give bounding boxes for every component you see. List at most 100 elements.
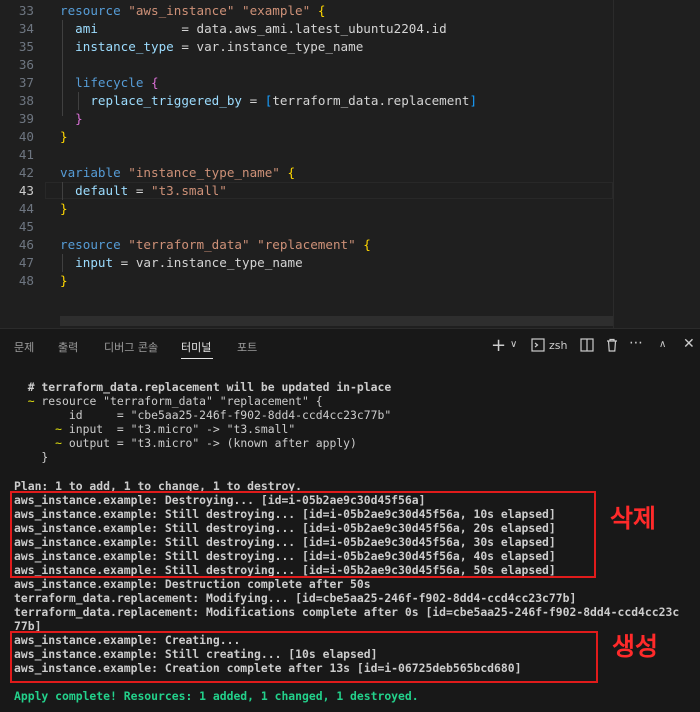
terminal-line: terraform_data.replacement: Modifying...…	[14, 591, 577, 605]
close-icon[interactable]: ✕	[683, 336, 695, 352]
code-line[interactable]: 43 default = "t3.small"	[0, 182, 700, 200]
more-icon[interactable]: ⋯	[629, 335, 643, 351]
code-line[interactable]: 42 variable "instance_type_name" {	[0, 164, 700, 182]
minimap-separator	[613, 0, 614, 328]
trash-icon[interactable]	[605, 338, 619, 356]
split-icon[interactable]	[580, 338, 594, 356]
code-text: variable "instance_type_name" {	[60, 164, 295, 182]
code-line[interactable]: 46 resource "terraform_data" "replacement…	[0, 236, 700, 254]
code-text: }	[60, 272, 68, 290]
code-line[interactable]: 40}	[0, 128, 700, 146]
code-token: lifecycle	[75, 75, 151, 90]
change-marker: ~	[55, 422, 63, 436]
code-line[interactable]: 36	[0, 56, 700, 74]
code-text: input = var.instance_type_name	[60, 254, 303, 272]
chevron-down-icon[interactable]: ∨	[510, 339, 517, 350]
code-line[interactable]: 41	[0, 146, 700, 164]
terminal-line: ~ input = "t3.micro" -> "t3.small"	[55, 422, 296, 436]
tab-ports[interactable]: 포트	[237, 339, 257, 355]
code-token: = data.aws_ami.latest_ubuntu2204.id	[97, 21, 447, 36]
code-text: resource "terraform_data" "replacement" …	[60, 236, 371, 254]
code-text: default = "t3.small"	[60, 182, 227, 200]
code-token: {	[363, 237, 371, 252]
code-token: = var.instance_type_name	[173, 39, 364, 54]
code-token: instance_type	[75, 39, 174, 54]
create-highlight-box	[10, 631, 598, 683]
code-text: }	[60, 200, 68, 218]
terminal-line: id = "cbe5aa25-246f-f902-8dd4-ccd4cc23c7…	[14, 408, 392, 422]
terminal-line: aws_instance.example: Destruction comple…	[14, 577, 371, 591]
code-token: = var.instance_type_name	[113, 255, 303, 270]
bottom-panel: 문제 출력 디버그 콘솔 터미널 포트 + ∨ zsh ⋯ ∧ ✕ # terr…	[0, 328, 700, 712]
code-line[interactable]: 38 replace_triggered_by = [terraform_dat…	[0, 92, 700, 110]
code-text: }	[60, 110, 83, 128]
code-token: resource	[60, 3, 129, 18]
terminal-line: Apply complete! Resources: 1 added, 1 ch…	[14, 689, 419, 703]
terminal-line: ~ output = "t3.micro" -> (known after ap…	[55, 436, 357, 450]
line-number: 40	[18, 129, 34, 144]
code-line[interactable]: 48}	[0, 272, 700, 290]
destroy-highlight-box	[10, 491, 596, 578]
line-number: 35	[18, 39, 34, 54]
line-number: 37	[18, 75, 34, 90]
line-number: 34	[18, 21, 34, 36]
code-line[interactable]: 44}	[0, 200, 700, 218]
code-token: variable	[60, 165, 129, 180]
code-token: {	[317, 3, 326, 18]
code-text: instance_type = var.instance_type_name	[60, 38, 363, 56]
code-line[interactable]: 39 }	[0, 110, 700, 128]
line-number: 42	[18, 165, 34, 180]
code-token: ami	[75, 21, 98, 36]
plus-icon[interactable]: +	[491, 335, 506, 356]
code-token: "terraform_data" "replacement"	[128, 237, 364, 252]
code-line[interactable]: 47 input = var.instance_type_name	[0, 254, 700, 272]
tab-debug-console[interactable]: 디버그 콘솔	[104, 339, 158, 355]
code-editor[interactable]: 33 resource "aws_instance" "example" {34 …	[0, 0, 700, 328]
code-token: =	[128, 183, 151, 198]
code-token: }	[60, 201, 68, 216]
code-token: "aws_instance" "example"	[128, 3, 318, 18]
terminal-icon[interactable]	[531, 338, 545, 356]
horizontal-scrollbar[interactable]	[60, 316, 613, 326]
terminal-line: terraform_data.replacement: Modification…	[14, 605, 680, 619]
code-token: "t3.small"	[151, 183, 227, 198]
chevron-up-icon[interactable]: ∧	[659, 339, 666, 350]
line-number: 48	[18, 273, 34, 288]
line-number: 46	[18, 237, 34, 252]
terminal-line: }	[14, 450, 49, 464]
code-line[interactable]: 33 resource "aws_instance" "example" {	[0, 2, 700, 20]
line-number: 33	[18, 3, 34, 18]
line-number: 45	[18, 219, 34, 234]
code-token: "instance_type_name"	[128, 165, 288, 180]
shell-label[interactable]: zsh	[549, 339, 567, 352]
panel-tabs: 문제 출력 디버그 콘솔 터미널 포트 + ∨ zsh ⋯ ∧ ✕	[0, 329, 700, 365]
line-number: 36	[18, 57, 34, 72]
code-text: ami = data.aws_ami.latest_ubuntu2204.id	[60, 20, 447, 38]
code-token: ]	[469, 93, 478, 108]
code-token: =	[242, 93, 265, 108]
tab-terminal[interactable]: 터미널	[181, 339, 211, 355]
code-line[interactable]: 35 instance_type = var.instance_type_nam…	[0, 38, 700, 56]
line-number: 43	[18, 183, 34, 198]
code-token: input	[75, 255, 114, 270]
code-text: }	[60, 128, 68, 146]
code-token: }	[75, 111, 83, 126]
terminal-line: # terraform_data.replacement will be upd…	[14, 380, 392, 394]
change-marker: ~	[27, 394, 35, 408]
tab-output[interactable]: 출력	[58, 339, 78, 355]
code-token: {	[287, 165, 296, 180]
code-line[interactable]: 34 ami = data.aws_ami.latest_ubuntu2204.…	[0, 20, 700, 38]
code-text: lifecycle {	[60, 74, 158, 92]
code-line[interactable]: 37 lifecycle {	[0, 74, 700, 92]
tab-problems[interactable]: 문제	[14, 339, 34, 355]
active-tab-indicator	[181, 358, 213, 359]
line-number: 44	[18, 201, 34, 216]
code-line[interactable]: 45	[0, 218, 700, 236]
